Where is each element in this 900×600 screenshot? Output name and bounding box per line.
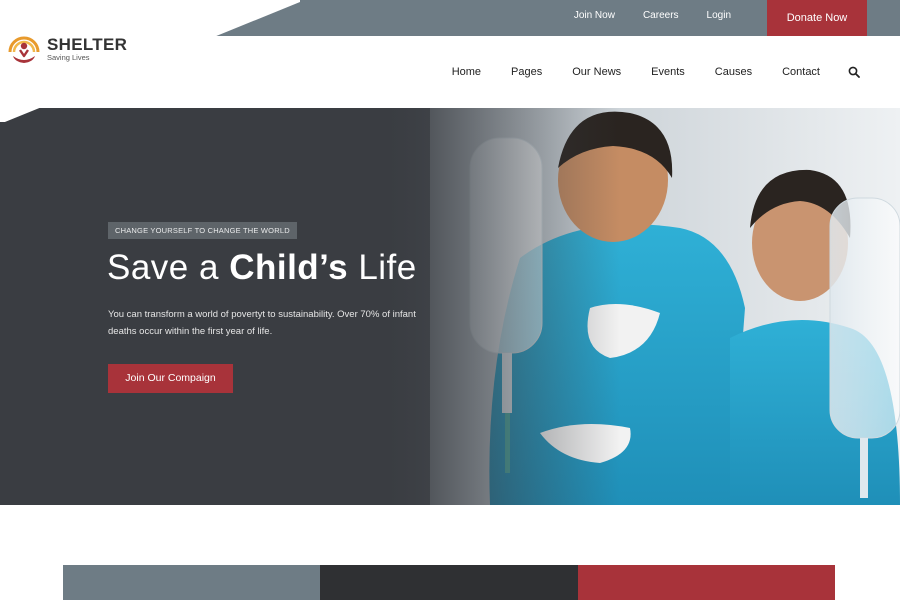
nav-causes[interactable]: Causes xyxy=(715,66,752,78)
search-icon[interactable] xyxy=(848,66,860,78)
hero-title-suffix: Life xyxy=(358,248,417,287)
join-campaign-button[interactable]: Join Our Compaign xyxy=(108,364,233,393)
join-now-link[interactable]: Join Now xyxy=(574,0,615,36)
brand-logo-overlay[interactable]: SHELTER Saving Lives xyxy=(7,32,127,66)
nav-events[interactable]: Events xyxy=(651,66,685,78)
feature-card-1[interactable] xyxy=(63,565,320,600)
feature-card-2[interactable] xyxy=(320,565,578,600)
careers-link[interactable]: Careers xyxy=(643,0,679,36)
brand-tagline-overlay: Saving Lives xyxy=(47,52,90,62)
hero-badge: CHANGE YOURSELF TO CHANGE THE WORLD xyxy=(108,222,297,239)
login-link[interactable]: Login xyxy=(707,0,731,36)
feature-cards xyxy=(63,565,835,600)
hero-description: You can transform a world of povertyt to… xyxy=(108,309,416,337)
hero-banner: CHANGE YOURSELF TO CHANGE THE WORLD Save… xyxy=(0,108,900,505)
nav-contact[interactable]: Contact xyxy=(782,66,820,78)
logo-mark-icon xyxy=(8,36,40,63)
donate-now-button[interactable]: Donate Now xyxy=(767,0,867,36)
main-nav: Home Pages Our News Events Causes Contac… xyxy=(422,66,860,78)
hero-title: Save a Child’s Life xyxy=(107,248,417,288)
nav-pages[interactable]: Pages xyxy=(511,66,542,78)
feature-card-3[interactable] xyxy=(578,565,835,600)
brand-text-overlay: SHELTER Saving Lives xyxy=(47,36,127,63)
brand-name-overlay: SHELTER xyxy=(47,34,128,54)
nav-our-news[interactable]: Our News xyxy=(572,66,621,78)
top-links: Join Now Careers Login Donate Now xyxy=(574,0,867,36)
nav-home[interactable]: Home xyxy=(452,66,481,78)
hero-title-bold: Child’s xyxy=(229,248,349,287)
hero-title-prefix: Save a xyxy=(107,248,219,287)
